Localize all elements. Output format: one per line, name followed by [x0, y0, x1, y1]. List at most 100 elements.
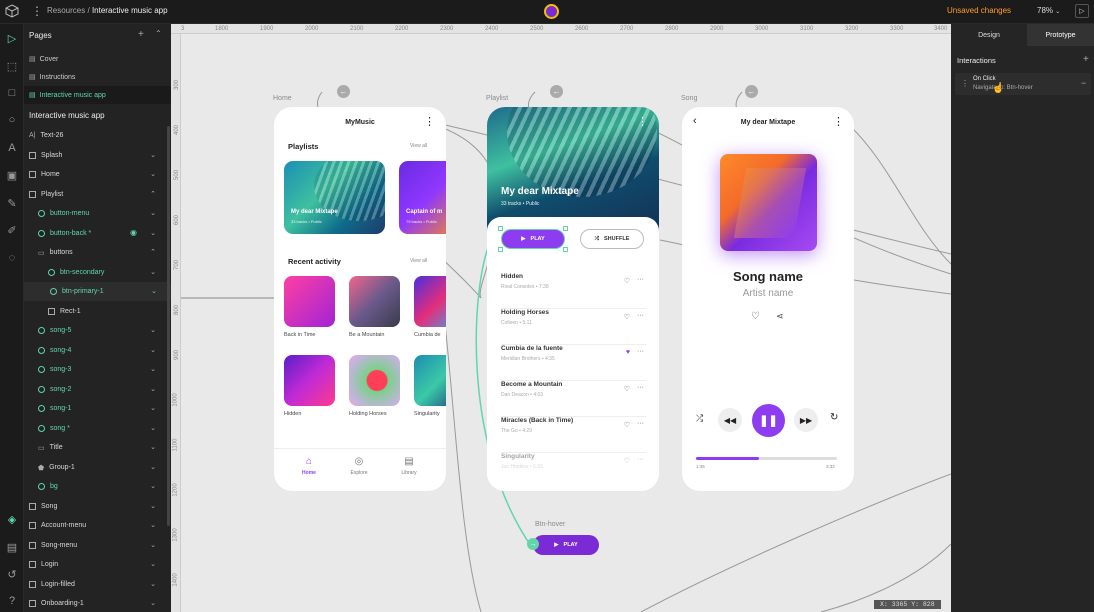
path-tool-icon[interactable]: ✐ [0, 220, 24, 240]
tab-design[interactable]: Design [951, 24, 1027, 46]
recent-item-art[interactable] [349, 276, 400, 327]
layer-btn-primary-1[interactable]: btn-primary-1 ⌄ [24, 282, 171, 301]
forward-button[interactable]: ▶▶ [794, 408, 818, 432]
layer-splash[interactable]: Splash ⌄ [24, 146, 164, 165]
chevron-down-icon[interactable]: ⌄ [150, 365, 156, 373]
heart-icon[interactable]: ♡ [624, 313, 630, 321]
page-item-interactive-music-app[interactable]: ▤ Interactive music app [24, 86, 171, 104]
rectangle-tool-icon[interactable]: □ [0, 83, 24, 103]
frame-label-home[interactable]: Home [273, 95, 292, 102]
play-button[interactable]: ▶ PLAY [501, 229, 565, 249]
nav-explore[interactable]: ◎ Explore [346, 456, 372, 476]
layer-home[interactable]: Home ⌄ [24, 165, 164, 184]
heart-icon[interactable]: ♡ [751, 311, 760, 322]
chevron-up-icon[interactable]: ⌃ [150, 248, 156, 256]
nav-home[interactable]: ⌂ Home [296, 456, 322, 476]
chevron-down-icon[interactable]: ⌄ [150, 482, 156, 490]
layer-song[interactable]: song * ⌄ [24, 419, 164, 438]
selection-handle[interactable] [498, 247, 503, 252]
chevron-down-icon[interactable]: ⌄ [150, 521, 156, 529]
layer-playlist[interactable]: Playlist ⌃ [24, 185, 164, 204]
chevron-down-icon[interactable]: ⌄ [150, 170, 156, 178]
layer-song-5[interactable]: song-5 ⌄ [24, 321, 164, 340]
recent-item-art[interactable] [284, 355, 335, 406]
playlist-card-1[interactable]: My dear Mixtape 33 tracks • Public [284, 161, 385, 234]
layer-button-back[interactable]: button-back * ◉ ⌄ [24, 224, 164, 243]
layer-song-board[interactable]: Song ⌄ [24, 497, 164, 516]
heart-filled-icon[interactable]: ♥ [626, 349, 630, 356]
layers-icon[interactable]: ◈ [0, 509, 24, 529]
link-target-icon[interactable]: → [527, 538, 539, 550]
song-row[interactable]: Hidden Rival Consoles • 7:38 ♡ ··· [501, 273, 646, 309]
heart-icon[interactable]: ♡ [624, 421, 630, 429]
layer-song-1[interactable]: song-1 ⌄ [24, 399, 164, 418]
layer-song-2[interactable]: song-2 ⌄ [24, 380, 164, 399]
chevron-down-icon[interactable]: ⌄ [150, 541, 156, 549]
more-icon[interactable]: ⋮ [637, 115, 648, 128]
breadcrumb-parent[interactable]: Resources [47, 6, 85, 15]
back-link-icon[interactable]: ← [337, 85, 350, 98]
chevron-down-icon[interactable]: ⌄ [150, 424, 156, 432]
back-link-icon[interactable]: ← [745, 85, 758, 98]
share-icon[interactable]: ⋖ [776, 311, 784, 322]
layer-title[interactable]: ▭ Title ⌄ [24, 438, 164, 457]
user-avatar[interactable] [544, 4, 559, 19]
chevron-down-icon[interactable]: ⌄ [151, 287, 157, 295]
frame-label-btn-hover[interactable]: Btn-hover [535, 521, 565, 528]
chevron-down-icon[interactable]: ⌄ [150, 463, 156, 471]
home-screen[interactable]: MyMusic ⋮ Playlists View all My dear Mix… [274, 107, 446, 491]
selection-handle[interactable] [498, 226, 503, 231]
assets-icon[interactable]: ▤ [0, 537, 24, 557]
recent-item-art[interactable] [349, 355, 400, 406]
board-tool-icon[interactable]: ⬚ [0, 56, 24, 76]
frame-label-playlist[interactable]: Playlist [486, 95, 508, 102]
more-horizontal-icon[interactable]: ··· [637, 348, 644, 355]
rewind-button[interactable]: ◀◀ [718, 408, 742, 432]
repeat-icon[interactable]: ↻ [830, 412, 838, 423]
zoom-select[interactable]: 78% ⌄ [1037, 6, 1060, 15]
view-all-link[interactable]: View all [410, 258, 427, 264]
interaction-item[interactable]: ⋮ On Click Navigate to: Btn-hover − [955, 73, 1091, 95]
ellipse-tool-icon[interactable]: ○ [0, 110, 24, 130]
design-canvas[interactable]: 3 1800 1900 2000 2100 2200 2300 2400 250… [171, 24, 951, 612]
add-interaction-icon[interactable]: + [1083, 54, 1089, 65]
play-preview-button[interactable]: ▷ [1075, 4, 1089, 18]
remove-interaction-icon[interactable]: − [1081, 78, 1086, 88]
tab-prototype[interactable]: Prototype [1027, 24, 1094, 46]
song-screen[interactable]: ‹ My dear Mixtape ⋮ Song name Artist nam… [682, 107, 854, 491]
chevron-down-icon[interactable]: ⌄ [150, 599, 156, 607]
song-row[interactable]: Holding Horses Colleen • 5:11 ♡ ··· [501, 309, 646, 345]
page-item-cover[interactable]: ▤ Cover [24, 50, 171, 68]
layer-btn-secondary[interactable]: btn-secondary ⌄ [24, 263, 164, 282]
add-page-icon[interactable]: + [138, 29, 144, 40]
more-horizontal-icon[interactable]: ··· [637, 276, 644, 283]
page-item-instructions[interactable]: ▤ Instructions [24, 68, 171, 86]
text-tool-icon[interactable]: A [0, 138, 24, 158]
chevron-down-icon[interactable]: ⌄ [150, 326, 156, 334]
layer-group-1[interactable]: ⬟ Group-1 ⌄ [24, 458, 164, 477]
recent-item-art[interactable] [414, 276, 446, 327]
progress-track[interactable] [696, 457, 837, 460]
selection-handle[interactable] [563, 247, 568, 252]
move-tool-icon[interactable]: ▷ [0, 28, 24, 48]
pen-tool-icon[interactable]: ✎ [0, 193, 24, 213]
selection-handle[interactable] [563, 226, 568, 231]
chevron-down-icon[interactable]: ⌄ [150, 502, 156, 510]
playlist-screen[interactable]: ⋮ My dear Mixtape 33 tracks • Public ▶ PL… [487, 107, 659, 491]
nav-library[interactable]: ▤ Library [396, 456, 422, 476]
collapse-pages-icon[interactable]: ⌃ [155, 29, 162, 38]
image-tool-icon[interactable]: ▣ [0, 165, 24, 185]
layer-song-3[interactable]: song-3 ⌄ [24, 360, 164, 379]
layer-buttons[interactable]: ▭ buttons ⌃ [24, 243, 164, 262]
song-row[interactable]: Become a Mountain Dan Deacon • 4:03 ♡ ··· [501, 381, 646, 417]
layer-onboarding-1[interactable]: Onboarding-1 ⌄ [24, 594, 164, 612]
heart-icon[interactable]: ♡ [624, 457, 630, 465]
shortcuts-icon[interactable]: ? [0, 591, 24, 611]
btn-hover-component[interactable]: ▶ PLAY [533, 535, 599, 555]
chevron-down-icon[interactable]: ⌄ [150, 151, 156, 159]
eye-icon[interactable]: ◉ [130, 228, 137, 237]
shuffle-icon[interactable]: ⤮ [696, 413, 703, 424]
chevron-up-icon[interactable]: ⌃ [150, 190, 156, 198]
drag-handle-icon[interactable]: ⋮ [961, 79, 969, 88]
chevron-down-icon[interactable]: ⌄ [150, 404, 156, 412]
